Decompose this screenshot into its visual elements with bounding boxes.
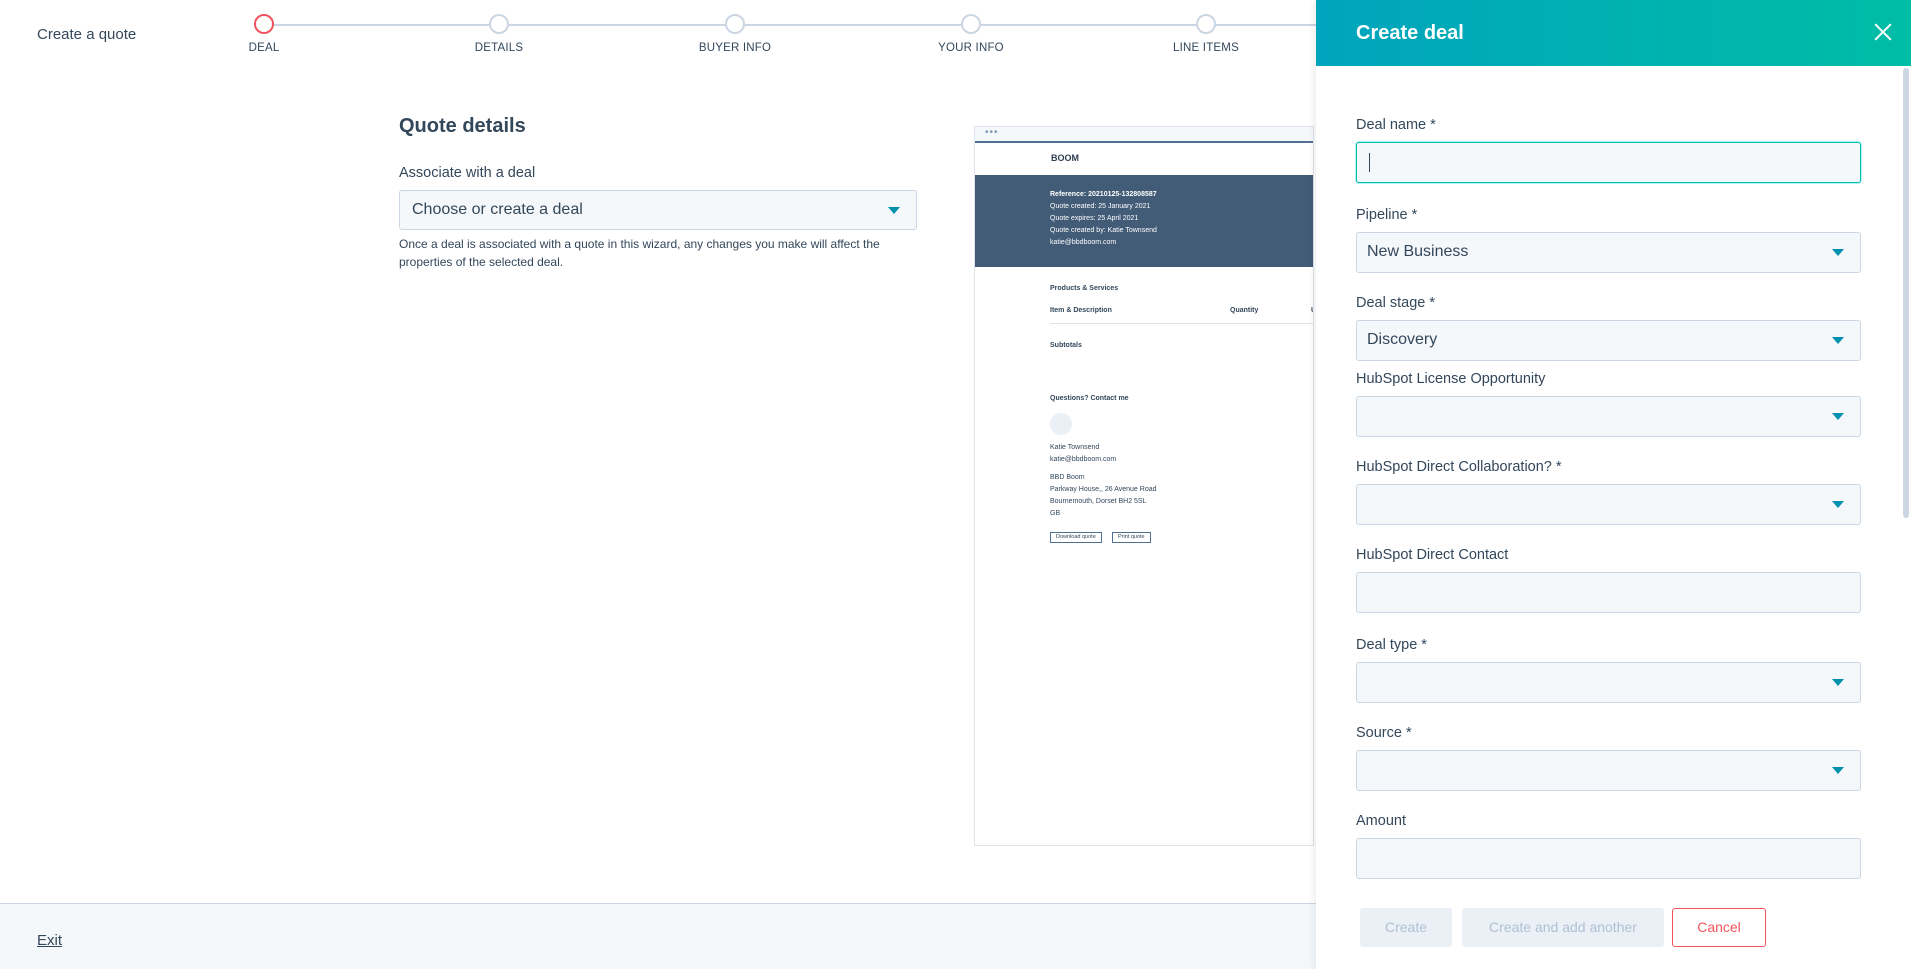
source-select[interactable] [1356, 750, 1861, 791]
quote-preview: ••• BOOM Reference: 20210125-132808587 Q… [974, 126, 1314, 846]
license-opportunity-label: HubSpot License Opportunity [1356, 371, 1546, 387]
deal-stage-value: Discovery [1367, 331, 1438, 348]
company-logo: BOOM [1051, 153, 1079, 163]
pipeline-label: Pipeline * [1356, 207, 1418, 223]
wizard-footer: Exit [0, 903, 1316, 969]
deal-type-label: Deal type * [1356, 637, 1427, 653]
preview-email: katie@bbdboom.com [1050, 239, 1117, 246]
step-indicator-icon [1196, 14, 1216, 34]
step-label: BUYER INFO [698, 42, 772, 54]
deal-name-input[interactable] [1356, 142, 1861, 183]
deal-stage-label: Deal stage * [1356, 295, 1435, 311]
create-button[interactable]: Create [1360, 908, 1452, 947]
preview-address-line-1: Parkway House,, 26 Avenue Road [1050, 486, 1157, 493]
create-and-add-another-button[interactable]: Create and add another [1462, 908, 1664, 947]
app-title: Create a quote [37, 26, 137, 43]
create-deal-panel: Create deal Deal name * Pipeline * New B… [1316, 0, 1911, 969]
preview-print-button: Print quote [1112, 532, 1151, 543]
step-buyer-info[interactable]: BUYER INFO [675, 14, 795, 54]
preview-header-block: Reference: 20210125-132808587 Quote crea… [975, 175, 1313, 267]
chevron-down-icon [1832, 249, 1844, 256]
chevron-down-icon [1832, 413, 1844, 420]
step-label: DEAL [248, 42, 280, 54]
direct-collaboration-select[interactable] [1356, 484, 1861, 525]
step-indicator-icon [254, 14, 274, 34]
deal-name-label: Deal name * [1356, 117, 1436, 133]
pipeline-select[interactable]: New Business [1356, 232, 1861, 273]
preview-products-title: Products & Services [1050, 285, 1119, 292]
chevron-down-icon [1832, 679, 1844, 686]
text-cursor [1369, 153, 1370, 172]
step-label: DETAILS [474, 42, 524, 54]
step-indicator-icon [725, 14, 745, 34]
preview-reference: Reference: 20210125-132808587 [1050, 191, 1157, 198]
step-deal[interactable]: DEAL [204, 14, 324, 54]
avatar [1050, 413, 1072, 435]
chevron-down-icon [1832, 337, 1844, 344]
step-indicator-icon [961, 14, 981, 34]
chevron-down-icon [1832, 501, 1844, 508]
preview-contact-name: Katie Townsend [1050, 444, 1100, 451]
panel-title: Create deal [1356, 22, 1464, 44]
preview-col-quantity: Quantity [1230, 307, 1259, 314]
amount-input[interactable] [1356, 838, 1861, 879]
source-label: Source * [1356, 725, 1412, 741]
cancel-button[interactable]: Cancel [1672, 908, 1766, 947]
associate-deal-help: Once a deal is associated with a quote i… [399, 237, 880, 269]
deal-stage-select[interactable]: Discovery [1356, 320, 1861, 361]
step-your-info[interactable]: YOUR INFO [911, 14, 1031, 54]
preview-country: GB [1050, 510, 1061, 517]
associate-deal-label: Associate with a deal [399, 165, 536, 181]
chevron-down-icon [1832, 767, 1844, 774]
exit-link[interactable]: Exit [37, 932, 62, 949]
preview-col-item: Item & Description [1050, 307, 1112, 314]
associate-deal-placeholder: Choose or create a deal [412, 201, 583, 218]
panel-header: Create deal [1316, 0, 1911, 66]
license-opportunity-select[interactable] [1356, 396, 1861, 437]
preview-company: BBD Boom [1050, 474, 1085, 481]
step-label: YOUR INFO [938, 42, 1004, 54]
preview-col-u: U [1311, 307, 1313, 314]
chevron-down-icon [888, 207, 900, 214]
preview-subtotals: Subtotals [1050, 342, 1082, 349]
preview-created: Quote created: 25 January 2021 [1050, 203, 1151, 210]
panel-footer: Create Create and add another Cancel [1316, 895, 1911, 969]
close-icon[interactable] [1871, 20, 1895, 44]
preview-browser-bar: ••• [975, 127, 1313, 143]
preview-created-by: Quote created by: Katie Townsend [1050, 227, 1157, 234]
page-title: Quote details [399, 115, 526, 137]
preview-contact-title: Questions? Contact me [1050, 395, 1129, 402]
preview-download-button: Download quote [1050, 532, 1102, 543]
step-line-items[interactable]: LINE ITEMS [1146, 14, 1266, 54]
step-details[interactable]: DETAILS [439, 14, 559, 54]
preview-divider [1050, 323, 1313, 324]
preview-address-line-2: Bournemouth, Dorset BH2 5SL [1050, 498, 1147, 505]
panel-scrollbar[interactable] [1903, 68, 1909, 518]
deal-type-select[interactable] [1356, 662, 1861, 703]
preview-expires: Quote expires: 25 April 2021 [1050, 215, 1139, 222]
associate-deal-select[interactable]: Choose or create a deal [399, 190, 917, 230]
step-label: LINE ITEMS [1173, 42, 1239, 54]
direct-contact-input[interactable] [1356, 572, 1861, 613]
preview-contact-email: katie@bbdboom.com [1050, 456, 1117, 463]
direct-contact-label: HubSpot Direct Contact [1356, 547, 1509, 563]
direct-collaboration-label: HubSpot Direct Collaboration? * [1356, 459, 1562, 475]
pipeline-value: New Business [1367, 243, 1469, 260]
amount-label: Amount [1356, 813, 1406, 829]
step-indicator-icon [489, 14, 509, 34]
